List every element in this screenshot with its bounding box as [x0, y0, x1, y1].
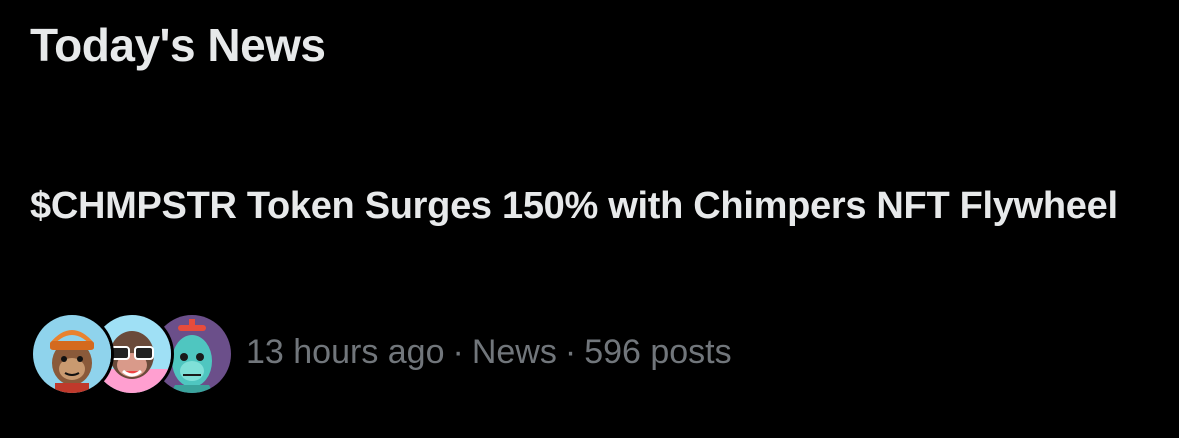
news-timestamp: 13 hours ago: [246, 333, 445, 371]
meta-separator: ·: [452, 333, 464, 371]
news-category: News: [471, 333, 557, 371]
section-title: Today's News: [30, 19, 326, 71]
news-meta-text: 13 hours ago · News · 596 posts: [246, 332, 732, 372]
news-headline[interactable]: $CHMPSTR Token Surges 150% with Chimpers…: [30, 180, 1130, 232]
avatar: [30, 312, 114, 396]
avatar-group: [30, 310, 234, 396]
ape-avatar-orange-beanie-icon: [33, 315, 111, 393]
news-meta: 13 hours ago · News · 596 posts: [30, 310, 732, 396]
news-item[interactable]: $CHMPSTR Token Surges 150% with Chimpers…: [0, 170, 1179, 420]
meta-separator: ·: [564, 333, 577, 371]
news-post-count: 596 posts: [584, 333, 732, 371]
